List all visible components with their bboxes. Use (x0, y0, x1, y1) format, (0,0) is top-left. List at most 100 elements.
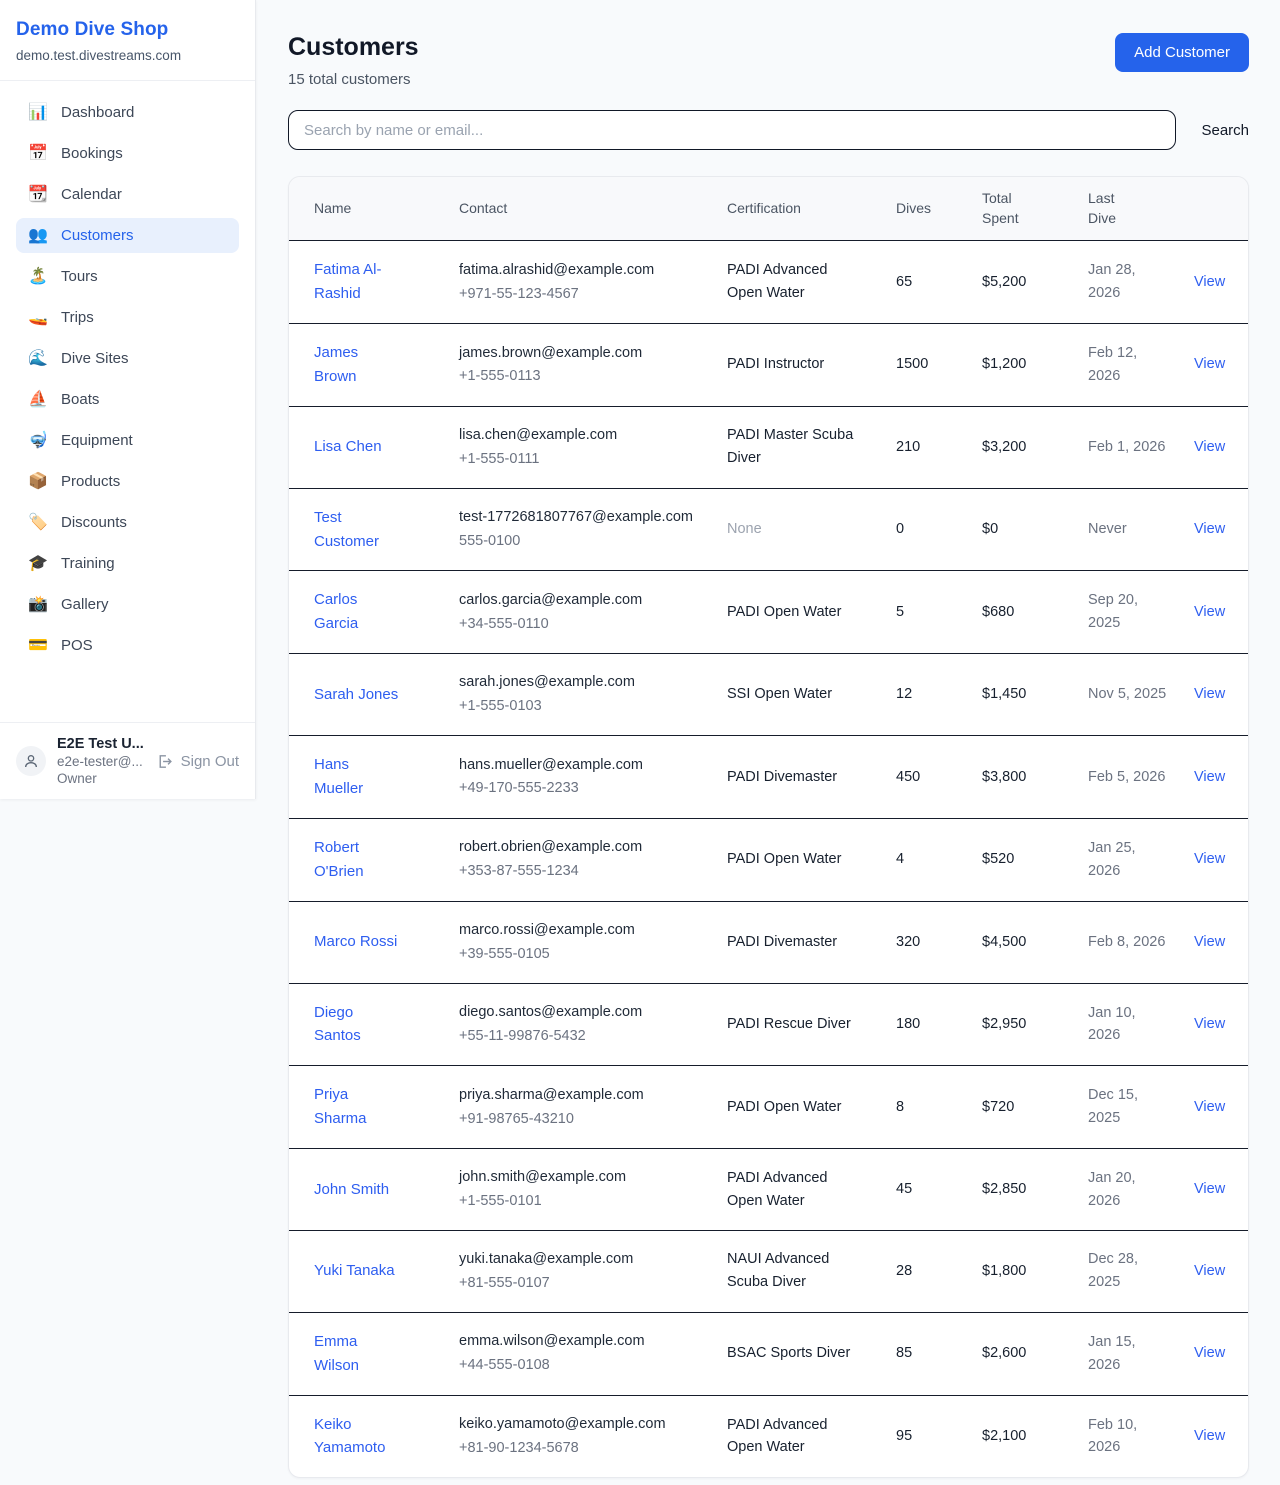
sidebar-user-panel: E2E Test U... e2e-tester@... Owner Sign … (0, 722, 255, 799)
customer-certification: PADI Instructor (715, 324, 884, 407)
sidebar-item-bookings[interactable]: 📅 Bookings (16, 136, 239, 171)
customer-name-link[interactable]: Fatima Al-Rashid (314, 261, 382, 302)
customer-name-link[interactable]: Robert O'Brien (314, 839, 364, 880)
customer-name-link[interactable]: John Smith (314, 1181, 389, 1198)
table-row: Carlos Garcia carlos.garcia@example.com … (289, 571, 1249, 654)
view-link[interactable]: View (1194, 1345, 1225, 1361)
sidebar-item-boats[interactable]: ⛵ Boats (16, 382, 239, 417)
customer-certification: None (715, 488, 884, 571)
customer-name-link[interactable]: Marco Rossi (314, 933, 397, 950)
customer-certification: PADI Open Water (715, 1066, 884, 1149)
sidebar-item-products[interactable]: 📦 Products (16, 464, 239, 499)
table-row: Yuki Tanaka yuki.tanaka@example.com +81-… (289, 1230, 1249, 1312)
customer-name-link[interactable]: Keiko Yamamoto (314, 1416, 385, 1457)
view-link[interactable]: View (1194, 439, 1225, 455)
customer-dives: 45 (884, 1149, 970, 1231)
view-link[interactable]: View (1194, 851, 1225, 867)
view-link[interactable]: View (1194, 1263, 1225, 1279)
customer-name-link[interactable]: Yuki Tanaka (314, 1262, 395, 1279)
customer-name-link[interactable]: James Brown (314, 344, 358, 385)
shop-name: Demo Dive Shop (16, 19, 239, 41)
customer-dives: 12 (884, 654, 970, 736)
view-link[interactable]: View (1194, 1099, 1225, 1115)
customer-name-link[interactable]: Test Customer (314, 509, 379, 550)
sidebar-item-label: Customers (61, 227, 134, 244)
sidebar-item-label: Training (61, 555, 115, 572)
customer-dives: 65 (884, 241, 970, 324)
bookings-icon: 📅 (28, 146, 48, 162)
customer-phone: +81-90-1234-5678 (459, 1437, 703, 1460)
table-row: Keiko Yamamoto keiko.yamamoto@example.co… (289, 1395, 1249, 1477)
sidebar-item-training[interactable]: 🎓 Training (16, 546, 239, 581)
table-row: Hans Mueller hans.mueller@example.com +4… (289, 736, 1249, 819)
sidebar-item-trips[interactable]: 🚤 Trips (16, 300, 239, 335)
customer-last-dive: Feb 5, 2026 (1076, 736, 1182, 819)
add-customer-button[interactable]: Add Customer (1115, 33, 1249, 72)
customer-phone: +91-98765-43210 (459, 1108, 703, 1131)
customer-phone: +1-555-0101 (459, 1190, 703, 1213)
search-button[interactable]: Search (1201, 122, 1249, 139)
sidebar-item-label: Products (61, 473, 120, 490)
view-link[interactable]: View (1194, 521, 1225, 537)
view-link[interactable]: View (1194, 604, 1225, 620)
view-link[interactable]: View (1194, 1181, 1225, 1197)
table-row: Robert O'Brien robert.obrien@example.com… (289, 818, 1249, 901)
customer-phone: +44-555-0108 (459, 1354, 703, 1377)
sidebar-item-dashboard[interactable]: 📊 Dashboard (16, 95, 239, 130)
sidebar-item-label: Dashboard (61, 104, 134, 121)
customer-name-link[interactable]: Priya Sharma (314, 1086, 367, 1127)
customer-dives: 95 (884, 1395, 970, 1477)
view-link[interactable]: View (1194, 686, 1225, 702)
customer-name-link[interactable]: Carlos Garcia (314, 591, 358, 632)
view-link[interactable]: View (1194, 1428, 1225, 1444)
customer-name-link[interactable]: Emma Wilson (314, 1333, 359, 1374)
customer-name-link[interactable]: Diego Santos (314, 1004, 361, 1045)
sign-out-button[interactable]: Sign Out (156, 753, 239, 770)
products-icon: 📦 (28, 474, 48, 490)
customer-last-dive: Dec 28, 2025 (1076, 1230, 1182, 1312)
table-row: Marco Rossi marco.rossi@example.com +39-… (289, 901, 1249, 983)
sidebar-item-equipment[interactable]: 🤿 Equipment (16, 423, 239, 458)
customer-total-spent: $5,200 (970, 241, 1076, 324)
sidebar-item-customers[interactable]: 👥 Customers (16, 218, 239, 253)
customer-last-dive: Never (1076, 488, 1182, 571)
sign-out-icon (156, 753, 173, 770)
sidebar-item-discounts[interactable]: 🏷️ Discounts (16, 505, 239, 540)
sidebar-item-label: Gallery (61, 596, 109, 613)
view-link[interactable]: View (1194, 1016, 1225, 1032)
customer-certification: PADI Open Water (715, 818, 884, 901)
sidebar-item-pos[interactable]: 💳 POS (16, 628, 239, 663)
customer-total-spent: $1,450 (970, 654, 1076, 736)
user-meta: E2E Test U... e2e-tester@... Owner (57, 736, 145, 786)
customer-name-link[interactable]: Lisa Chen (314, 438, 382, 455)
view-link[interactable]: View (1194, 769, 1225, 785)
sidebar-nav: 📊 Dashboard 📅 Bookings 📆 Calendar 👥 Cust… (0, 81, 255, 722)
customer-phone: +1-555-0103 (459, 695, 703, 718)
customer-name-link[interactable]: Sarah Jones (314, 686, 398, 703)
sidebar-item-gallery[interactable]: 📸 Gallery (16, 587, 239, 622)
sidebar-item-label: Equipment (61, 432, 133, 449)
customer-name-link[interactable]: Hans Mueller (314, 756, 363, 797)
customer-last-dive: Dec 15, 2025 (1076, 1066, 1182, 1149)
customer-email: emma.wilson@example.com (459, 1330, 703, 1353)
column-header-contact: Contact (447, 177, 715, 241)
search-input[interactable] (288, 110, 1176, 150)
sidebar-item-dive-sites[interactable]: 🌊 Dive Sites (16, 341, 239, 376)
customer-dives: 210 (884, 406, 970, 488)
page-header: Customers 15 total customers Add Custome… (288, 33, 1249, 88)
sidebar-item-calendar[interactable]: 📆 Calendar (16, 177, 239, 212)
customer-dives: 85 (884, 1312, 970, 1395)
customer-certification: PADI Advanced Open Water (715, 1149, 884, 1231)
view-link[interactable]: View (1194, 934, 1225, 950)
view-link[interactable]: View (1194, 274, 1225, 290)
sidebar-item-label: Dive Sites (61, 350, 129, 367)
view-link[interactable]: View (1194, 356, 1225, 372)
customer-dives: 450 (884, 736, 970, 819)
training-icon: 🎓 (28, 556, 48, 572)
customer-email: hans.mueller@example.com (459, 754, 703, 777)
sidebar-item-tours[interactable]: 🏝️ Tours (16, 259, 239, 294)
customer-certification: PADI Open Water (715, 571, 884, 654)
table-row: Priya Sharma priya.sharma@example.com +9… (289, 1066, 1249, 1149)
customer-total-spent: $3,800 (970, 736, 1076, 819)
customer-last-dive: Feb 10, 2026 (1076, 1395, 1182, 1477)
